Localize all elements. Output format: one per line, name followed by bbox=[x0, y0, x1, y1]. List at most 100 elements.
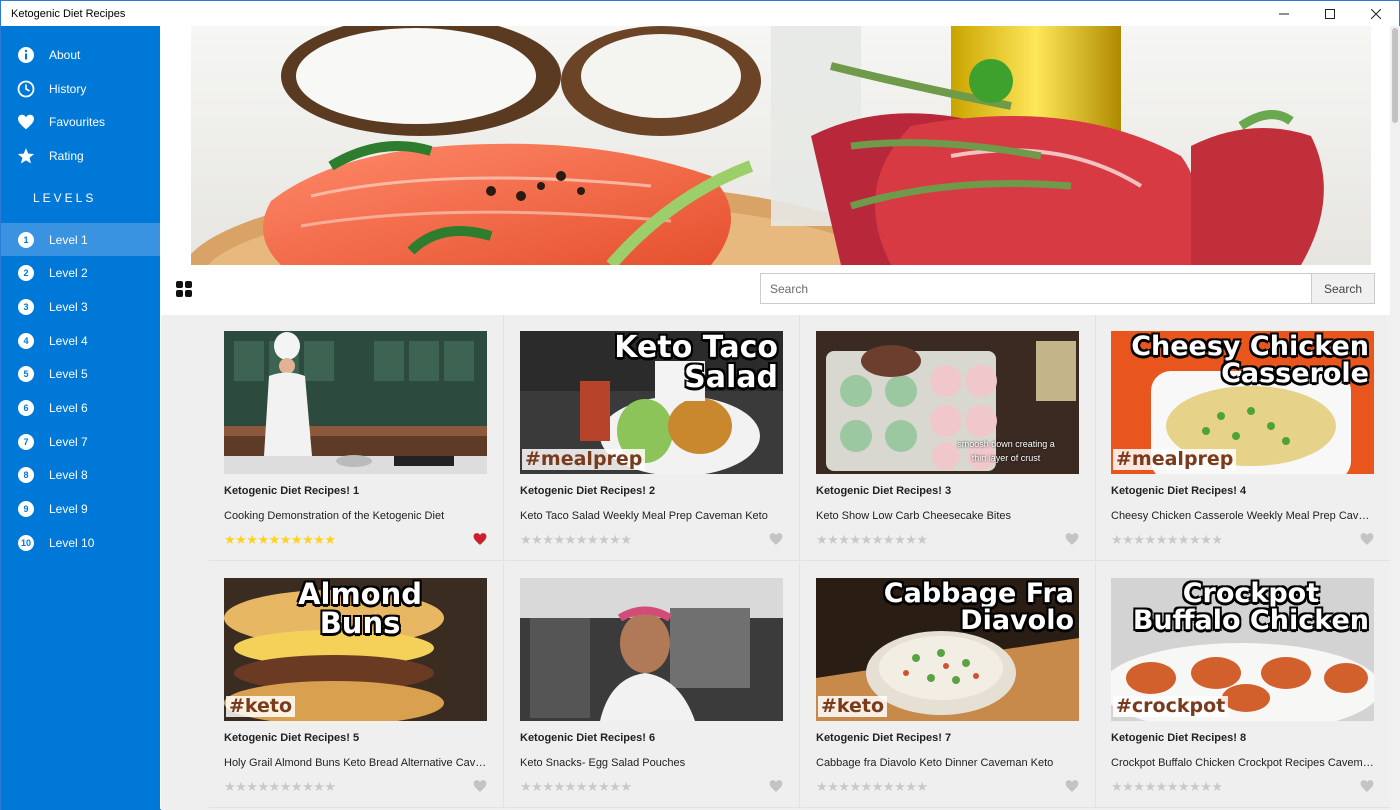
level-item-8[interactable]: 8 Level 8 bbox=[1, 459, 160, 493]
recipe-description: Cabbage fra Diavolo Keto Dinner Caveman … bbox=[816, 757, 1054, 769]
level-item-1[interactable]: 1 Level 1 bbox=[1, 222, 160, 257]
main-content: Search Search Ketogenic Diet Recipes! 1 … bbox=[161, 26, 1400, 810]
nav-item-history[interactable]: History bbox=[1, 72, 160, 106]
favourite-heart-icon[interactable] bbox=[769, 532, 783, 546]
level-item-4[interactable]: 4 Level 4 bbox=[1, 324, 160, 358]
thumbnail-title: Keto Taco Salad bbox=[520, 333, 778, 393]
rating-stars[interactable]: ★★★★★★★★★★ bbox=[1111, 779, 1223, 795]
recipe-description: Keto Show Low Carb Cheesecake Bites bbox=[816, 510, 1012, 522]
favourite-heart-icon[interactable] bbox=[473, 779, 487, 793]
title-bar: Ketogenic Diet Recipes bbox=[1, 1, 1399, 26]
recipe-card-8[interactable]: Crockpot Buffalo Chicken #crockpot Ketog… bbox=[1096, 562, 1391, 808]
level-number-badge: 2 bbox=[18, 265, 34, 282]
thumbnail-title: Crockpot Buffalo Chicken bbox=[1133, 580, 1369, 634]
search-box: Search bbox=[760, 273, 1375, 304]
rating-stars[interactable]: ★★★★★★★★★★ bbox=[224, 532, 336, 548]
rating-stars[interactable]: ★★★★★★★★★★ bbox=[1111, 532, 1223, 548]
thumbnail-title-line: Buns bbox=[319, 606, 401, 640]
recipe-thumbnail: Almond Buns #keto bbox=[224, 578, 487, 721]
recipe-card-7[interactable]: Cabbage Fra Diavolo #keto Ketogenic Diet… bbox=[801, 562, 1096, 808]
recipe-card-3[interactable]: smoosh down creating a thin layer of cru… bbox=[801, 315, 1096, 561]
grid-view-icon[interactable] bbox=[176, 281, 192, 297]
scrollbar-thumb[interactable] bbox=[1392, 28, 1398, 123]
recipe-title: Ketogenic Diet Recipes! 6 bbox=[520, 732, 656, 744]
close-icon bbox=[1371, 8, 1381, 19]
level-label: Level 4 bbox=[49, 333, 88, 348]
favourite-heart-icon[interactable] bbox=[1065, 532, 1079, 546]
clock-icon bbox=[17, 80, 35, 98]
info-icon bbox=[17, 46, 35, 64]
thumbnail-title-line: Almond bbox=[298, 578, 422, 611]
close-button[interactable] bbox=[1353, 1, 1399, 26]
recipe-thumbnail: smoosh down creating a thin layer of cru… bbox=[816, 331, 1079, 474]
rating-stars[interactable]: ★★★★★★★★★★ bbox=[520, 532, 632, 548]
recipe-card-6[interactable]: Ketogenic Diet Recipes! 6 Keto Snacks- E… bbox=[505, 562, 800, 808]
banner-image bbox=[191, 26, 1371, 265]
favourite-heart-icon[interactable] bbox=[1065, 779, 1079, 793]
level-item-5[interactable]: 5 Level 5 bbox=[1, 358, 160, 392]
level-label: Level 9 bbox=[49, 502, 88, 517]
level-label: Level 3 bbox=[49, 299, 88, 314]
nav-item-label: About bbox=[49, 47, 81, 62]
star-icon bbox=[17, 147, 35, 165]
rating-stars[interactable]: ★★★★★★★★★★ bbox=[816, 532, 928, 548]
level-item-10[interactable]: 10 Level 10 bbox=[1, 526, 160, 560]
level-item-6[interactable]: 6 Level 6 bbox=[1, 391, 160, 425]
recipe-title: Ketogenic Diet Recipes! 5 bbox=[224, 732, 360, 744]
favourite-heart-icon[interactable] bbox=[1360, 779, 1374, 793]
level-number-badge: 1 bbox=[18, 231, 34, 248]
recipe-description: Keto Snacks- Egg Salad Pouches bbox=[520, 757, 686, 769]
search-input[interactable] bbox=[761, 274, 1311, 303]
recipe-thumbnail bbox=[520, 578, 783, 721]
thumbnail-title-line: Casserole bbox=[1221, 358, 1369, 389]
level-number-badge: 6 bbox=[18, 400, 34, 417]
thumbnail-title: Cabbage Fra Diavolo bbox=[884, 580, 1074, 634]
level-item-3[interactable]: 3 Level 3 bbox=[1, 290, 160, 324]
rating-stars[interactable]: ★★★★★★★★★★ bbox=[816, 779, 928, 795]
thumbnail-title-line: Buffalo Chicken bbox=[1132, 605, 1369, 636]
recipe-title: Ketogenic Diet Recipes! 7 bbox=[816, 732, 952, 744]
app-window: Ketogenic Diet Recipes About History Fav… bbox=[0, 0, 1400, 810]
recipe-title: Ketogenic Diet Recipes! 2 bbox=[520, 485, 656, 497]
favourite-heart-icon[interactable] bbox=[1360, 532, 1374, 546]
thumbnail-caption: smoosh down creating a thin layer of cru… bbox=[957, 439, 1055, 463]
minimize-button[interactable] bbox=[1261, 1, 1307, 26]
vertical-scrollbar[interactable] bbox=[1390, 26, 1400, 810]
level-label: Level 1 bbox=[49, 232, 88, 247]
level-label: Level 6 bbox=[49, 401, 88, 416]
nav-item-favourites[interactable]: Favourites bbox=[1, 105, 160, 139]
favourite-heart-icon[interactable] bbox=[769, 779, 783, 793]
nav-item-rating[interactable]: Rating bbox=[1, 139, 160, 173]
sidebar: About History Favourites Rating LEVELS 1… bbox=[1, 26, 160, 810]
level-label: Level 10 bbox=[49, 535, 95, 550]
level-number-badge: 9 bbox=[18, 501, 34, 518]
nav-item-about[interactable]: About bbox=[1, 38, 160, 72]
thumbnail-tag: #keto bbox=[226, 696, 296, 717]
recipe-description: Crockpot Buffalo Chicken Crockpot Recipe… bbox=[1111, 757, 1374, 769]
recipe-card-2[interactable]: Keto Taco Salad #mealprep Ketogenic Diet… bbox=[505, 315, 800, 561]
favourite-heart-icon[interactable] bbox=[473, 532, 487, 546]
recipe-description: Keto Taco Salad Weekly Meal Prep Caveman… bbox=[520, 510, 768, 522]
level-item-7[interactable]: 7 Level 7 bbox=[1, 425, 160, 459]
maximize-button[interactable] bbox=[1307, 1, 1353, 26]
recipe-card-4[interactable]: Cheesy Chicken Casserole #mealprep Ketog… bbox=[1096, 315, 1391, 561]
recipe-card-5[interactable]: Almond Buns #keto Ketogenic Diet Recipes… bbox=[209, 562, 504, 808]
rating-stars[interactable]: ★★★★★★★★★★ bbox=[520, 779, 632, 795]
level-label: Level 5 bbox=[49, 367, 88, 382]
level-number-badge: 4 bbox=[18, 332, 34, 349]
thumbnail-title-line: Cabbage Fra bbox=[883, 578, 1074, 609]
thumbnail-tag: #mealprep bbox=[1113, 449, 1237, 470]
rating-stars[interactable]: ★★★★★★★★★★ bbox=[224, 779, 336, 795]
level-item-2[interactable]: 2 Level 2 bbox=[1, 256, 160, 290]
heart-icon bbox=[17, 113, 35, 131]
recipe-title: Ketogenic Diet Recipes! 8 bbox=[1111, 732, 1247, 744]
maximize-icon bbox=[1325, 8, 1335, 19]
recipe-description: Holy Grail Almond Buns Keto Bread Altern… bbox=[224, 757, 487, 769]
thumbnail-tag: #keto bbox=[818, 696, 888, 717]
nav-item-label: Favourites bbox=[49, 115, 106, 130]
recipe-card-1[interactable]: Ketogenic Diet Recipes! 1 Cooking Demons… bbox=[209, 315, 504, 561]
level-number-badge: 8 bbox=[18, 467, 34, 484]
level-item-9[interactable]: 9 Level 9 bbox=[1, 492, 160, 526]
search-button[interactable]: Search bbox=[1311, 274, 1374, 303]
thumbnail-title-line: Crockpot bbox=[1182, 578, 1320, 609]
